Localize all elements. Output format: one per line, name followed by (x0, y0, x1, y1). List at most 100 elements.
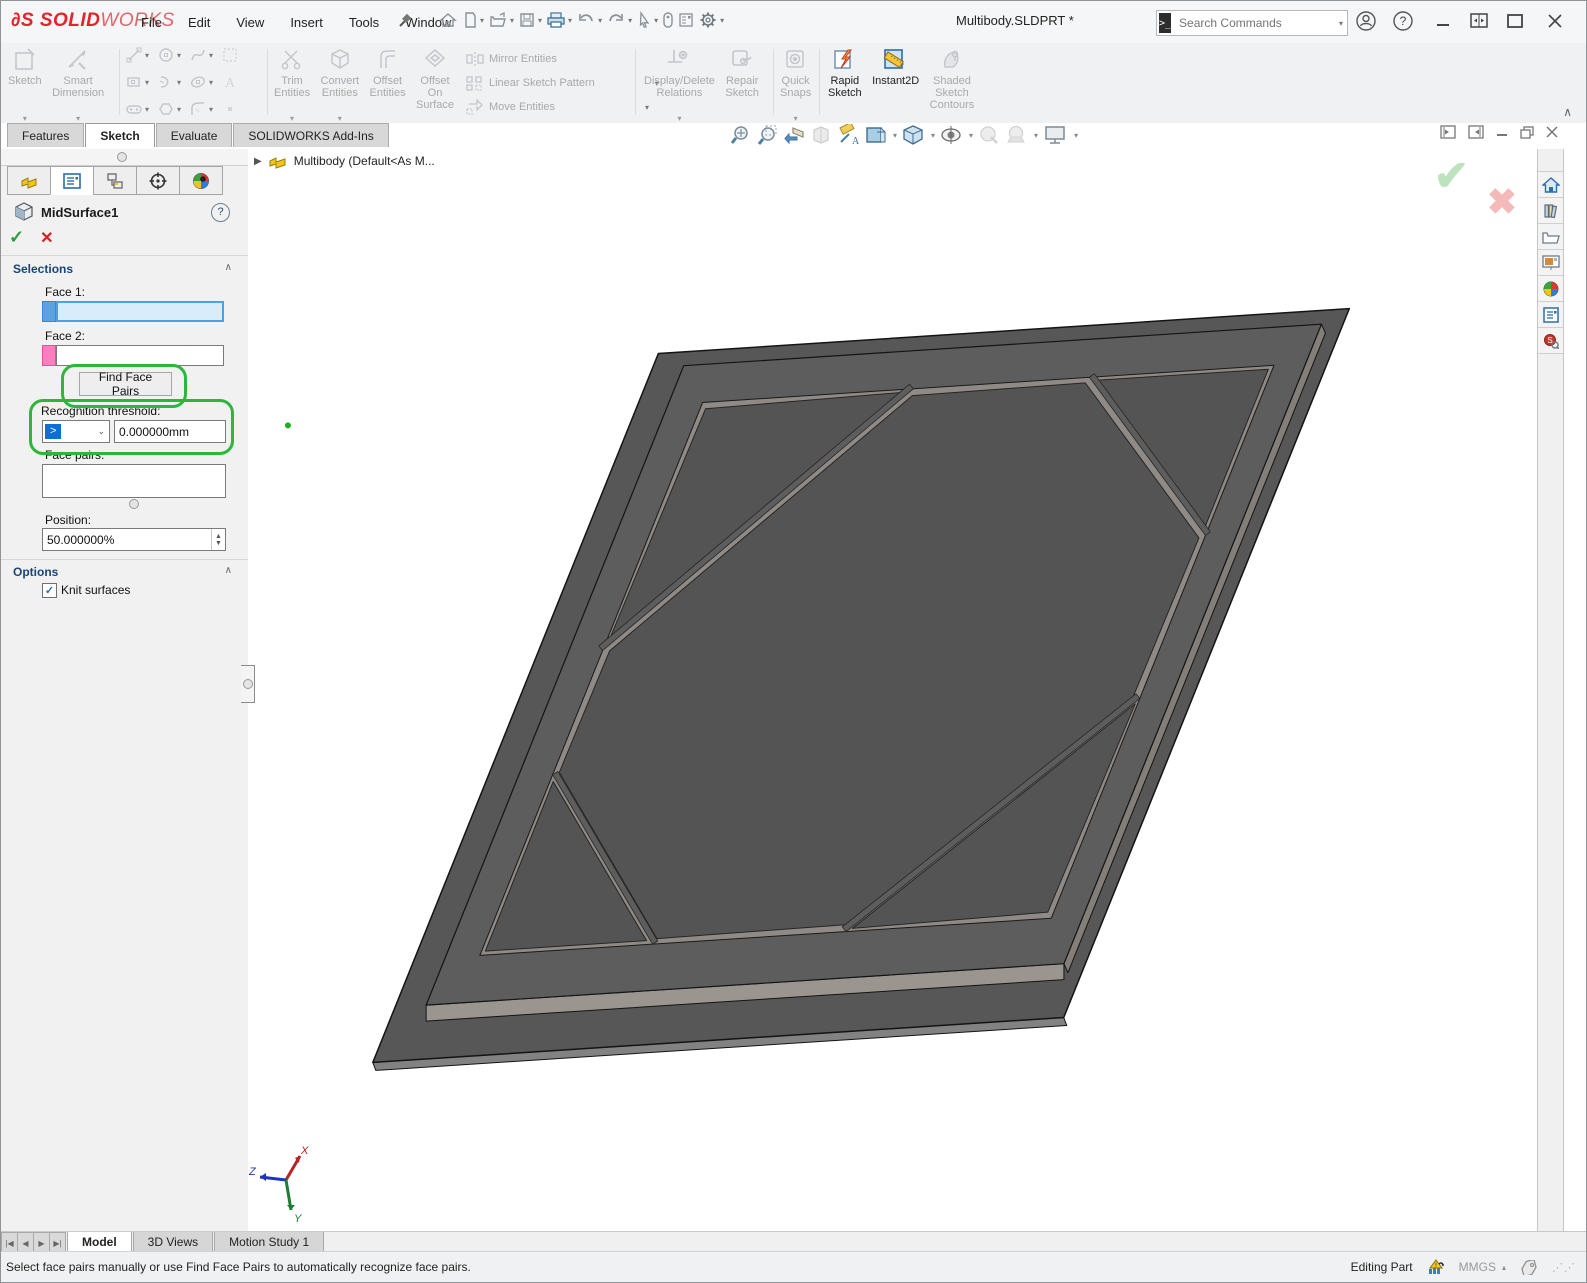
linear-sketch-pattern-button[interactable]: Linear Sketch Pattern▾ (465, 72, 659, 94)
position-spinner[interactable]: ▲▼ (211, 529, 225, 550)
graphics-viewport[interactable]: ▶ Multibody (Default<As M... ✔ ✖ X Z Y (248, 149, 1539, 1234)
previous-view-icon[interactable] (783, 124, 805, 146)
zoom-to-area-icon[interactable] (756, 124, 778, 146)
listbox-resize-knob[interactable] (129, 499, 139, 509)
resize-grip[interactable]: ⋰⋰ (1552, 1261, 1576, 1274)
zoom-to-fit-icon[interactable] (729, 124, 751, 146)
options-group-header[interactable]: Options (13, 565, 58, 579)
featuremanager-flyout[interactable]: ▶ Multibody (Default<As M... (254, 153, 435, 169)
trim-entities-button[interactable]: Trim Entities▾ (271, 43, 313, 125)
options-list-icon[interactable] (677, 10, 695, 30)
knit-surfaces-checkbox[interactable]: ✓ (42, 583, 57, 598)
mouse-gestures-icon[interactable] (661, 9, 675, 31)
tab-sketch[interactable]: Sketch (85, 123, 154, 147)
rapid-sketch-button[interactable]: Rapid Sketch (825, 43, 865, 125)
arc-tool-icon[interactable] (157, 73, 175, 91)
solidworks-forum-icon[interactable]: S (1538, 328, 1563, 354)
fillet-tool-icon[interactable] (189, 100, 207, 118)
text-tool-icon[interactable]: A (221, 73, 239, 91)
tag-icon[interactable] (1520, 1260, 1538, 1275)
sketch-button[interactable]: Sketch▾ (5, 43, 45, 125)
move-entities-button[interactable]: Move Entities▾ (465, 96, 659, 118)
tab-3d-views[interactable]: 3D Views (133, 1232, 213, 1252)
home-tab-icon[interactable] (1538, 172, 1563, 198)
menu-edit[interactable]: Edit (188, 15, 210, 30)
threshold-operator-dropdown[interactable]: > ⌄ (42, 420, 110, 443)
account-button[interactable] (1351, 7, 1381, 35)
convert-entities-button[interactable]: Convert Entities▾ (318, 43, 363, 125)
view-palette-icon[interactable] (1538, 250, 1563, 276)
sketch-visibility-icon[interactable]: A (837, 124, 859, 146)
doc-close-icon[interactable] (1546, 126, 1558, 138)
slot-tool-icon[interactable] (125, 100, 143, 118)
appearances-scenes-icon[interactable] (1538, 276, 1563, 302)
view-orientation-cube-icon[interactable] (902, 124, 924, 146)
units-selector[interactable]: MMGS (1459, 1260, 1496, 1274)
flyout-expand-icon[interactable]: ▶ (254, 156, 262, 167)
units-caret-icon[interactable]: ▴ (1502, 1263, 1506, 1272)
face-pairs-listbox[interactable] (42, 464, 226, 498)
design-library-icon[interactable] (1538, 198, 1563, 224)
face2-selection-field[interactable] (42, 345, 224, 366)
tab-configurationmanager[interactable] (93, 166, 137, 195)
confirmation-corner-cancel-icon[interactable]: ✖ (1487, 181, 1517, 223)
view-settings-icon[interactable] (1043, 124, 1067, 146)
tab-propertymanager[interactable] (50, 166, 94, 195)
ok-button[interactable]: ✓ (9, 227, 24, 248)
new-document-button[interactable]: ▾ (461, 9, 485, 31)
polygon-tool-icon[interactable] (157, 100, 175, 118)
offset-entities-button[interactable]: Offset Entities (367, 43, 409, 125)
minimize-button[interactable] (1428, 7, 1458, 35)
line-tool-icon[interactable] (125, 46, 143, 64)
pane-left-icon[interactable] (1440, 125, 1456, 139)
search-icon[interactable] (1336, 15, 1337, 31)
home-button[interactable] (437, 9, 459, 31)
smart-dimension-button[interactable]: Smart Dimension▾ (49, 43, 107, 125)
position-value-input[interactable] (43, 529, 211, 550)
tab-displaymanager[interactable] (179, 166, 223, 195)
open-document-button[interactable]: ▾ (487, 9, 515, 31)
selections-collapse-icon[interactable]: ∧ (225, 262, 232, 273)
ribbon-collapse-chevron[interactable]: ∧ (1563, 105, 1572, 119)
doc-minimize-icon[interactable] (1496, 126, 1508, 138)
selections-group-header[interactable]: Selections (13, 262, 73, 276)
search-commands-box[interactable]: >_ ▾ (1156, 10, 1348, 36)
position-value-field[interactable]: ▲▼ (42, 528, 226, 551)
search-input[interactable] (1177, 15, 1336, 31)
sketch-picture-tool-icon[interactable] (221, 46, 239, 64)
menu-view[interactable]: View (236, 15, 264, 30)
options-collapse-icon[interactable]: ∧ (225, 565, 232, 576)
ellipse-tool-icon[interactable] (189, 73, 207, 91)
pin-menu-icon[interactable] (397, 13, 413, 29)
face2-selection-box[interactable] (56, 345, 224, 366)
save-button[interactable]: ▾ (517, 9, 543, 31)
settings-gear-button[interactable]: ▾ (697, 8, 725, 32)
help-icon[interactable]: ? (211, 203, 230, 222)
tab-evaluate[interactable]: Evaluate (156, 123, 233, 147)
section-view-icon[interactable] (864, 124, 886, 146)
help-button[interactable]: ? (1388, 7, 1418, 35)
mirror-entities-button[interactable]: Mirror Entities (465, 48, 659, 70)
circle-tool-icon[interactable] (157, 46, 175, 64)
rebuild-status-icon[interactable]: ! (1427, 1259, 1445, 1275)
threshold-value-field[interactable]: ▲▼ (114, 420, 226, 443)
menu-file[interactable]: File (141, 15, 162, 30)
span-displays-button[interactable] (1464, 7, 1494, 35)
maximize-button[interactable] (1500, 7, 1530, 35)
confirmation-corner-ok-icon[interactable]: ✔ (1434, 151, 1469, 200)
pane-right-icon[interactable] (1468, 125, 1484, 139)
tab-dimxpertmanager[interactable] (136, 166, 180, 195)
menu-insert[interactable]: Insert (290, 15, 323, 30)
file-explorer-icon[interactable] (1538, 224, 1563, 250)
rectangle-tool-icon[interactable] (125, 73, 143, 91)
panel-top-splitter[interactable] (1, 149, 248, 166)
section-view-disabled-icon[interactable] (810, 124, 832, 146)
select-button[interactable]: ▾ (635, 9, 659, 31)
shaded-sketch-contours-button[interactable]: Shaded Sketch Contours (927, 43, 978, 125)
tab-featuremanager[interactable] (7, 166, 51, 195)
spline-tool-icon[interactable] (189, 46, 207, 64)
repair-sketch-button[interactable]: Repair Sketch (722, 43, 762, 125)
tab-solidworks-addins[interactable]: SOLIDWORKS Add-Ins (233, 123, 388, 147)
doc-restore-icon[interactable] (1520, 126, 1534, 139)
undo-button[interactable]: ▾ (575, 9, 603, 31)
